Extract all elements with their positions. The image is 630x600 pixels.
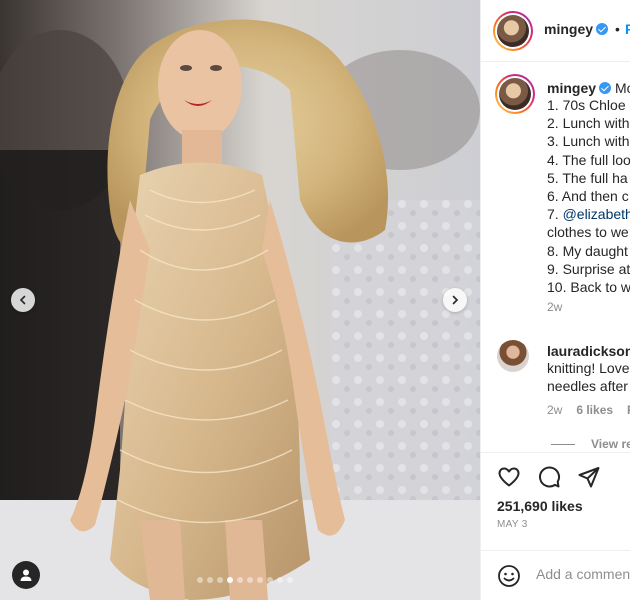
emoji-button[interactable]: [497, 564, 521, 593]
caption-username-text[interactable]: mingey: [547, 80, 596, 96]
replies-divider: [551, 444, 575, 446]
caption-username[interactable]: mingey Mo: [547, 80, 630, 96]
caption-line: 9. Surprise at: [547, 260, 630, 277]
comment-line: needles after: [547, 378, 628, 394]
view-replies-label[interactable]: View re: [591, 437, 630, 451]
share-icon: [578, 467, 600, 488]
caption-line: 8. My daught: [547, 242, 628, 259]
slide-dot: [277, 577, 283, 583]
post-actions: 251,690 likes MAY 3: [481, 452, 630, 552]
likes-count[interactable]: 251,690 likes: [497, 498, 583, 514]
header-separator: •: [615, 21, 620, 37]
slide-dot: [197, 577, 203, 583]
header-username[interactable]: mingey: [544, 21, 609, 37]
comment-likes[interactable]: 6 likes: [576, 403, 613, 417]
next-slide-button[interactable]: [443, 288, 467, 312]
caption-timestamp[interactable]: 2w: [547, 300, 562, 314]
caption-avatar[interactable]: [495, 74, 535, 114]
post-media[interactable]: [0, 0, 480, 600]
caption-line: 3. Lunch with: [547, 133, 630, 150]
slide-dot: [247, 577, 253, 583]
post-header: mingey • F: [481, 0, 630, 62]
comment-meta: 2w6 likesR: [547, 403, 630, 417]
slide-dot: [267, 577, 273, 583]
comment-timestamp[interactable]: 2w: [547, 403, 562, 417]
caption-text-start: Mo: [615, 80, 630, 96]
add-comment-input[interactable]: [536, 566, 630, 582]
comment-text: knitting! Love needles after: [547, 359, 630, 395]
slide-dot: [217, 577, 223, 583]
comment-icon: [539, 466, 561, 488]
comment-button[interactable]: [537, 465, 561, 494]
previous-slide-button[interactable]: [11, 288, 35, 312]
slide-dot: [237, 577, 243, 583]
slide-indicator: [0, 577, 480, 583]
post-date[interactable]: MAY 3: [497, 519, 528, 530]
like-button[interactable]: [497, 465, 521, 494]
post-side-panel: mingey • F mingey Mo 1. 70s Chloe p 2. Lun…: [480, 0, 630, 600]
profile-avatar[interactable]: [493, 11, 533, 51]
commenter-avatar[interactable]: [497, 340, 529, 372]
slide-dot: [287, 577, 293, 583]
caption-line: 2. Lunch with: [547, 115, 630, 132]
comment-username[interactable]: lauradickson: [547, 343, 630, 359]
slide-dot: [227, 577, 233, 583]
verified-badge-icon: [596, 23, 609, 35]
chevron-left-icon: [19, 295, 26, 305]
share-button[interactable]: [577, 465, 601, 494]
caption-text: 1. 70s Chloe p 2. Lunch with 3. Lunch with…: [547, 96, 630, 296]
caption-line: 7. @elizabeth: [547, 205, 630, 223]
view-replies-button[interactable]: View re: [551, 437, 630, 451]
caption-line: 5. The full ha: [547, 169, 628, 186]
post-photo: [0, 0, 480, 600]
caption-line: 1. 70s Chloe p: [547, 97, 630, 113]
tagged-users-button[interactable]: [12, 561, 40, 589]
add-comment-bar: [481, 550, 630, 600]
slide-dot: [207, 577, 213, 583]
emoji-icon: [498, 565, 520, 587]
heart-icon: [498, 467, 520, 487]
caption-line: clothes to we: [547, 224, 629, 241]
follow-button[interactable]: F: [625, 21, 630, 37]
caption-line: 10. Back to w: [547, 279, 630, 296]
header-username-text[interactable]: mingey: [544, 21, 593, 37]
caption-line: 4. The full loo: [547, 151, 630, 168]
caption-mention-link[interactable]: @elizabeth: [563, 206, 630, 222]
caption-line: 6. And then c: [547, 188, 629, 205]
slide-dot: [257, 577, 263, 583]
comment-line: knitting! Love: [547, 360, 630, 376]
chevron-right-icon: [452, 295, 459, 305]
verified-badge-icon: [599, 82, 612, 94]
